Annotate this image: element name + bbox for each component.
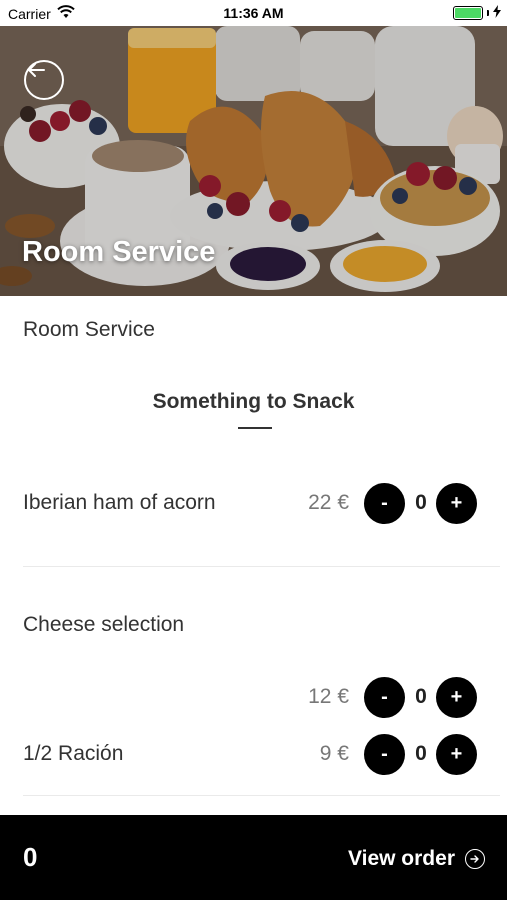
row-divider bbox=[23, 566, 500, 567]
section-title: Something to Snack bbox=[152, 390, 355, 413]
increase-button[interactable]: + bbox=[436, 677, 477, 718]
battery-fill bbox=[455, 8, 481, 18]
back-button[interactable] bbox=[24, 60, 64, 100]
page-title: Room Service bbox=[22, 236, 216, 268]
item-name: Cheese selection bbox=[23, 613, 185, 636]
battery-cap bbox=[487, 10, 489, 16]
status-time: 11:36 AM bbox=[223, 5, 284, 21]
quantity-value: 0 bbox=[415, 742, 427, 765]
order-bar: 0 View order bbox=[0, 815, 507, 900]
option-label: 1/2 Ración bbox=[23, 742, 124, 765]
bolt-icon bbox=[493, 5, 501, 21]
battery-icon bbox=[453, 6, 483, 20]
arrow-right-circle-icon bbox=[465, 849, 485, 869]
decrease-button[interactable]: - bbox=[364, 483, 405, 524]
status-right bbox=[453, 5, 501, 21]
option-price: 9 € bbox=[319, 742, 349, 765]
item-name: Iberian ham of acorn bbox=[23, 491, 216, 514]
item-price: 22 € bbox=[308, 491, 349, 514]
option-price: 12 € bbox=[308, 685, 349, 708]
quantity-value: 0 bbox=[415, 685, 427, 708]
decrease-button[interactable]: - bbox=[364, 734, 405, 775]
section-divider bbox=[238, 427, 272, 429]
quantity-value: 0 bbox=[415, 491, 427, 514]
view-order-label: View order bbox=[348, 847, 455, 870]
status-bar: Carrier 11:36 AM bbox=[0, 0, 507, 26]
decrease-button[interactable]: - bbox=[364, 677, 405, 718]
cart-count: 0 bbox=[23, 842, 38, 872]
breadcrumb: Room Service bbox=[23, 318, 155, 341]
view-order-button[interactable]: View order bbox=[348, 847, 485, 871]
increase-button[interactable]: + bbox=[436, 734, 477, 775]
hero-image: Room Service bbox=[0, 26, 507, 296]
increase-button[interactable]: + bbox=[436, 483, 477, 524]
row-divider bbox=[23, 795, 500, 796]
